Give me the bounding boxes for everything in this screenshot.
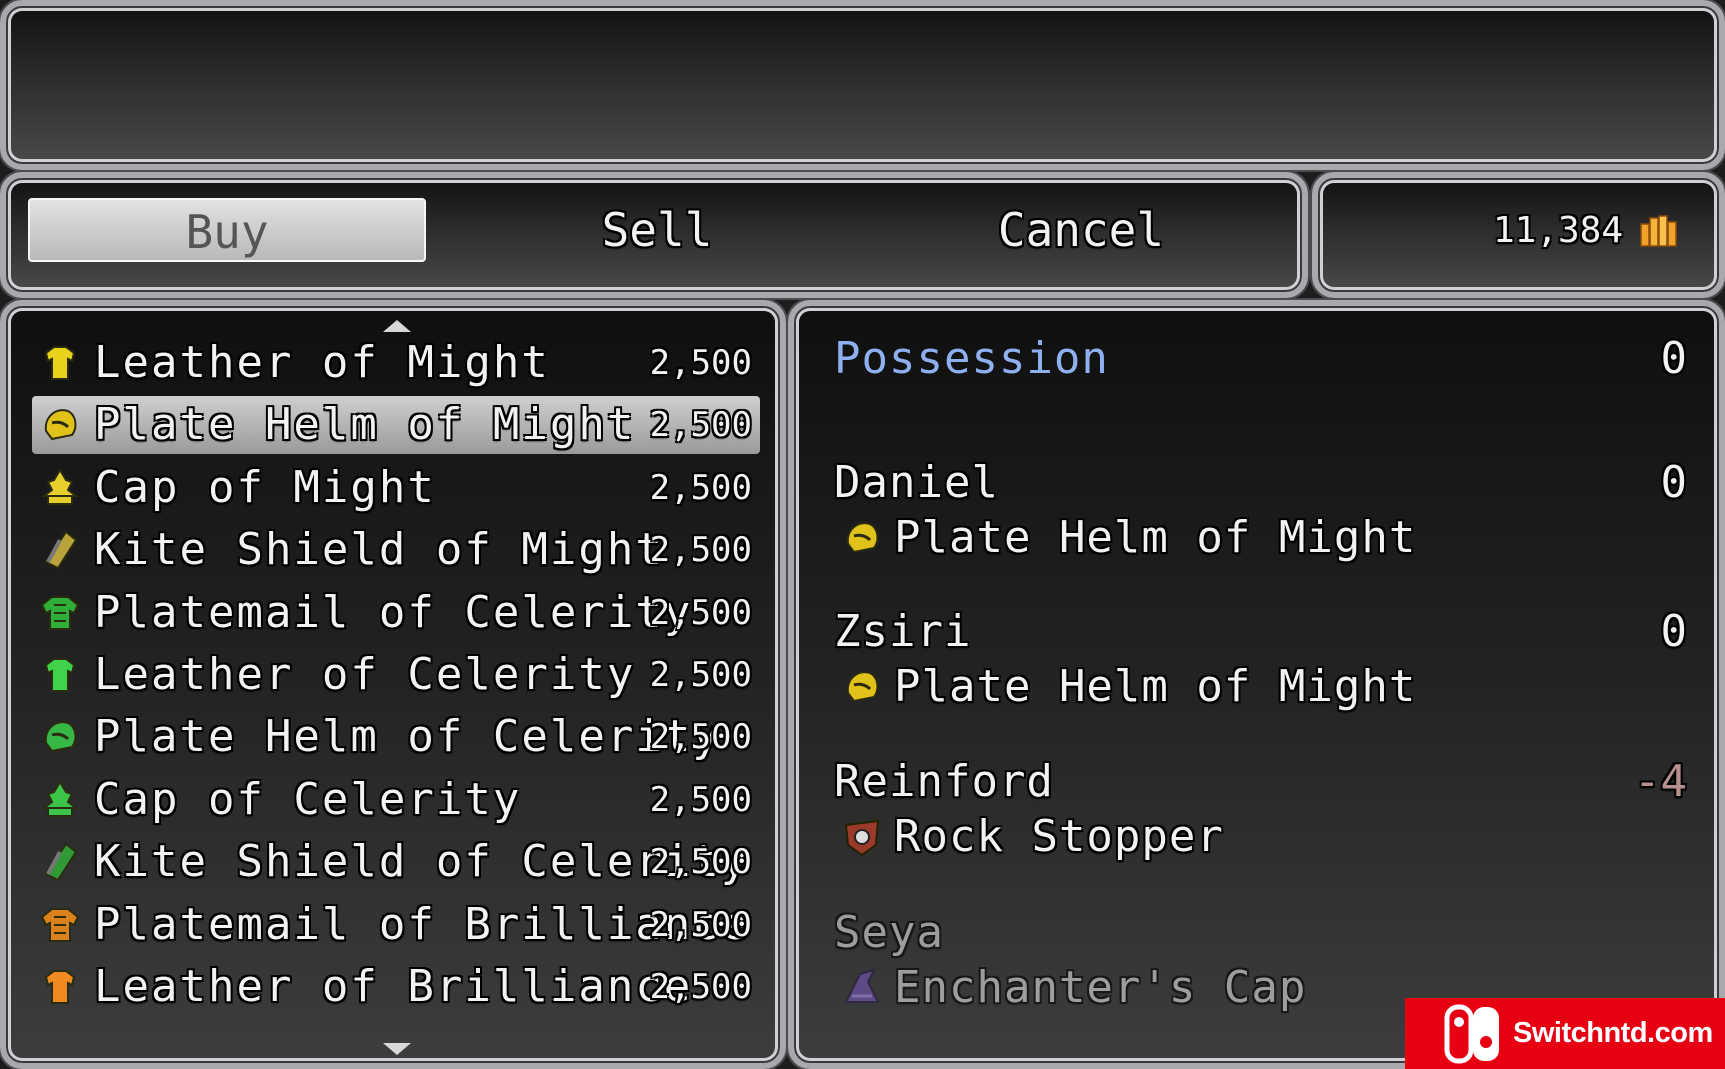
plate-helm-icon	[840, 516, 884, 560]
rock-shield-icon	[840, 815, 884, 859]
item-name: Cap of Might	[94, 461, 436, 513]
item-price: 2,500	[649, 592, 752, 633]
item-price: 2,500	[649, 717, 752, 758]
gold-coins-icon	[1640, 215, 1677, 247]
shop-item-row[interactable]: Plate Helm of Might 2,500	[32, 396, 760, 455]
shop-item-row[interactable]: Cap of Celerity 2,500	[32, 771, 760, 829]
kite-shield-icon	[38, 840, 82, 884]
member-name: Daniel	[834, 457, 999, 508]
item-price: 2,500	[649, 904, 752, 945]
item-price: 2,500	[649, 967, 752, 1007]
gold-window: 11,384	[1312, 172, 1725, 298]
shop-item-row[interactable]: Platemail of Brilliance 2,500	[32, 896, 760, 954]
shop-item-row[interactable]: Leather of Brilliance 2,500	[32, 958, 760, 1016]
item-name: Plate Helm of Might	[94, 399, 636, 451]
member-name: Seya	[834, 907, 944, 958]
item-price: 2,500	[649, 343, 752, 383]
member-name: Reinford	[834, 756, 1054, 807]
possession-value: 0	[1660, 333, 1688, 384]
shop-item-row[interactable]: Leather of Celerity 2,500	[32, 646, 760, 704]
item-price: 2,500	[649, 842, 752, 883]
item-status-window: Possession 0 Daniel 0 Plate Helm of Might Z…	[788, 300, 1725, 1069]
plate-helm-icon	[38, 715, 82, 759]
watermark-banner: Switchntd.com	[1405, 998, 1725, 1069]
plate-helm-icon	[38, 403, 82, 447]
leather-armor-icon	[38, 653, 82, 697]
member-name: Zsiri	[834, 606, 972, 657]
sell-button[interactable]: Sell	[458, 198, 856, 262]
help-window	[0, 0, 1725, 170]
item-price: 2,500	[649, 779, 752, 820]
scroll-up-arrow-icon[interactable]	[383, 320, 411, 332]
item-name: Leather of Might	[94, 337, 550, 388]
shop-item-row[interactable]: Kite Shield of Celerity 2,500	[32, 833, 760, 891]
leather-armor-icon	[38, 341, 82, 385]
possession-label: Possession	[834, 333, 1109, 384]
shop-command-window: Buy Sell Cancel	[0, 172, 1308, 298]
cancel-button[interactable]: Cancel	[882, 198, 1280, 262]
kite-shield-icon	[38, 528, 82, 572]
item-name: Cap of Celerity	[94, 773, 522, 825]
item-name: Kite Shield of Might	[94, 524, 664, 576]
cap-icon	[38, 466, 82, 510]
item-name: Plate Helm of Celerity	[94, 711, 721, 763]
item-price: 2,500	[649, 655, 752, 695]
member-current-equipment: Enchanter's Cap	[894, 962, 1307, 1013]
watermark-text: Switchntd.com	[1513, 1017, 1713, 1049]
shop-item-row[interactable]: Plate Helm of Celerity 2,500	[32, 708, 760, 766]
member-current-equipment: Plate Helm of Might	[894, 661, 1417, 712]
member-param-change: 0	[1660, 457, 1688, 508]
cap-icon	[38, 778, 82, 822]
buy-button[interactable]: Buy	[28, 198, 426, 262]
plate-helm-icon	[840, 665, 884, 709]
shop-item-row[interactable]: Cap of Might 2,500	[32, 459, 760, 517]
item-name: Leather of Brilliance	[94, 961, 693, 1012]
member-param-change: 0	[1660, 606, 1688, 657]
member-param-change: -4	[1634, 756, 1687, 807]
item-price: 2,500	[649, 467, 752, 508]
shop-item-row[interactable]: Kite Shield of Might 2,500	[32, 521, 760, 579]
gold-amount: 11,384	[1492, 210, 1623, 251]
shop-item-row[interactable]: Leather of Might 2,500	[32, 334, 760, 392]
item-price: 2,500	[649, 405, 752, 446]
member-current-equipment: Plate Helm of Might	[894, 512, 1417, 563]
platemail-icon	[38, 591, 82, 635]
scroll-down-arrow-icon[interactable]	[383, 1043, 411, 1055]
platemail-icon	[38, 903, 82, 947]
enchanter-cap-icon	[840, 966, 884, 1010]
switch-logo-icon	[1444, 1004, 1499, 1063]
item-price: 2,500	[649, 530, 752, 571]
member-current-equipment: Rock Stopper	[894, 811, 1224, 862]
shop-item-row[interactable]: Platemail of Celerity 2,500	[32, 584, 760, 642]
item-name: Platemail of Celerity	[94, 586, 693, 638]
buy-item-list[interactable]: Leather of Might 2,500 Plate Helm of Might…	[0, 300, 786, 1069]
leather-armor-icon	[38, 965, 82, 1009]
item-name: Leather of Celerity	[94, 649, 636, 700]
